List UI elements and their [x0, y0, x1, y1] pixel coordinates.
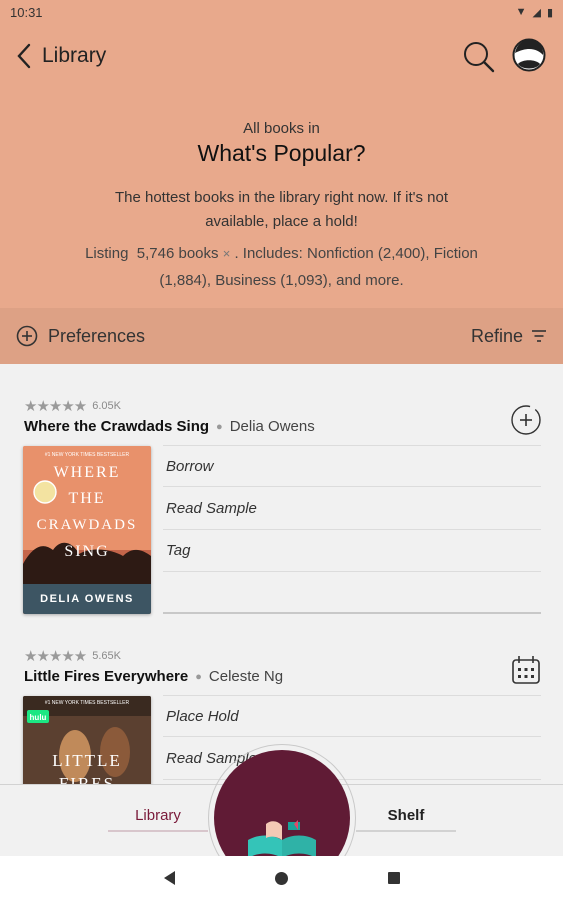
- chevron-left-icon: [17, 43, 31, 69]
- read-sample-action[interactable]: Read Sample: [163, 488, 541, 530]
- add-circle-icon: [16, 325, 38, 347]
- place-hold-action[interactable]: Place Hold: [163, 695, 541, 737]
- book-cover[interactable]: hulu #1 NEW YORK TIMES BESTSELLER LITTLE…: [23, 696, 151, 784]
- separator-dot: ●: [195, 670, 202, 683]
- book-title[interactable]: Little Fires Everywhere: [24, 668, 188, 685]
- star-rating: ★★★★★ 6.05K: [24, 397, 121, 415]
- refine-label: Refine: [470, 325, 523, 346]
- rating-count: 5.65K: [92, 650, 121, 662]
- cover-title-line: THE: [68, 490, 105, 507]
- book-title-row: Little Fires Everywhere ● Celeste Ng: [24, 668, 283, 685]
- signal-icon: ◢: [532, 6, 541, 19]
- preferences-label: Preferences: [48, 325, 146, 346]
- cover-title-line: WHERE: [54, 464, 121, 481]
- status-time: 10:31: [10, 4, 43, 20]
- cover-title-line: FIRES: [59, 774, 115, 784]
- book-cover[interactable]: #1 NEW YORK TIMES BESTSELLER WHERE THE C…: [23, 446, 151, 614]
- crawdads-cover-art: #1 NEW YORK TIMES BESTSELLER WHERE THE C…: [23, 446, 151, 614]
- stars-icon: ★★★★★: [24, 398, 87, 415]
- add-circle-icon[interactable]: [510, 404, 542, 436]
- listing-prefix: Listing: [85, 245, 129, 262]
- system-recents-icon[interactable]: [387, 872, 400, 884]
- clear-filter-icon[interactable]: ×: [223, 246, 231, 261]
- read-sample-action[interactable]: Read Sample: [163, 738, 541, 780]
- back-button[interactable]: Library: [14, 42, 106, 70]
- stars-icon: ★★★★★: [24, 648, 87, 665]
- wifi-icon: ▼: [515, 6, 527, 18]
- system-back-icon[interactable]: [163, 871, 175, 885]
- cover-author: DELIA OWENS: [40, 593, 134, 605]
- rating-count: 6.05K: [92, 400, 121, 412]
- tab-library[interactable]: Library: [108, 807, 208, 832]
- preferences-button[interactable]: Preferences: [16, 325, 145, 347]
- collection-title: What's Popular?: [197, 140, 366, 166]
- system-navigation-bar: [0, 856, 563, 900]
- cover-title-line: LITTLE: [52, 751, 122, 770]
- search-icon[interactable]: [460, 38, 496, 74]
- book-list[interactable]: ★★★★★ 6.05K Where the Crawdads Sing ● De…: [0, 364, 563, 784]
- cover-title-line: SING: [64, 543, 109, 560]
- calendar-icon[interactable]: [510, 654, 542, 686]
- preferences-bar: Preferences Refine: [0, 308, 563, 364]
- back-label: Library: [42, 44, 107, 67]
- collection-subtitle: All books in: [243, 120, 320, 137]
- filter-icon: [532, 330, 546, 342]
- listing-count: 5,746 books: [136, 245, 219, 262]
- tag-action[interactable]: Tag: [163, 530, 541, 572]
- collection-header: Library All books in What's Popular? The…: [0, 24, 563, 308]
- avatar-icon[interactable]: [512, 38, 546, 72]
- borrow-action[interactable]: Borrow: [163, 445, 541, 487]
- cover-banner: #1 NEW YORK TIMES BESTSELLER: [45, 452, 130, 458]
- battery-icon: ▮: [546, 6, 553, 19]
- hulu-badge: hulu: [30, 713, 47, 722]
- refine-button[interactable]: Refine: [471, 326, 547, 347]
- status-icons: ▼ ◢ ▮: [516, 6, 553, 19]
- separator-dot: ●: [216, 420, 223, 433]
- book-author[interactable]: Celeste Ng: [209, 668, 283, 685]
- listing-summary: Listing 5,746 books × . Includes: Nonfic…: [80, 240, 483, 294]
- cover-title-line: CRAWDADS: [37, 517, 138, 533]
- divider: [163, 612, 541, 614]
- tab-shelf[interactable]: Shelf: [356, 807, 456, 832]
- little-fires-cover-art: hulu #1 NEW YORK TIMES BESTSELLER LITTLE…: [23, 696, 151, 784]
- book-title[interactable]: Where the Crawdads Sing: [24, 418, 209, 435]
- book-title-row: Where the Crawdads Sing ● Delia Owens: [24, 418, 315, 435]
- star-rating: ★★★★★ 5.65K: [24, 647, 121, 665]
- collection-description: The hottest books in the library right n…: [114, 189, 449, 230]
- book-author[interactable]: Delia Owens: [230, 418, 315, 435]
- cover-banner: #1 NEW YORK TIMES BESTSELLER: [45, 700, 130, 706]
- status-bar: 10:31 ▼ ◢ ▮: [0, 0, 563, 24]
- system-home-icon[interactable]: [274, 871, 288, 885]
